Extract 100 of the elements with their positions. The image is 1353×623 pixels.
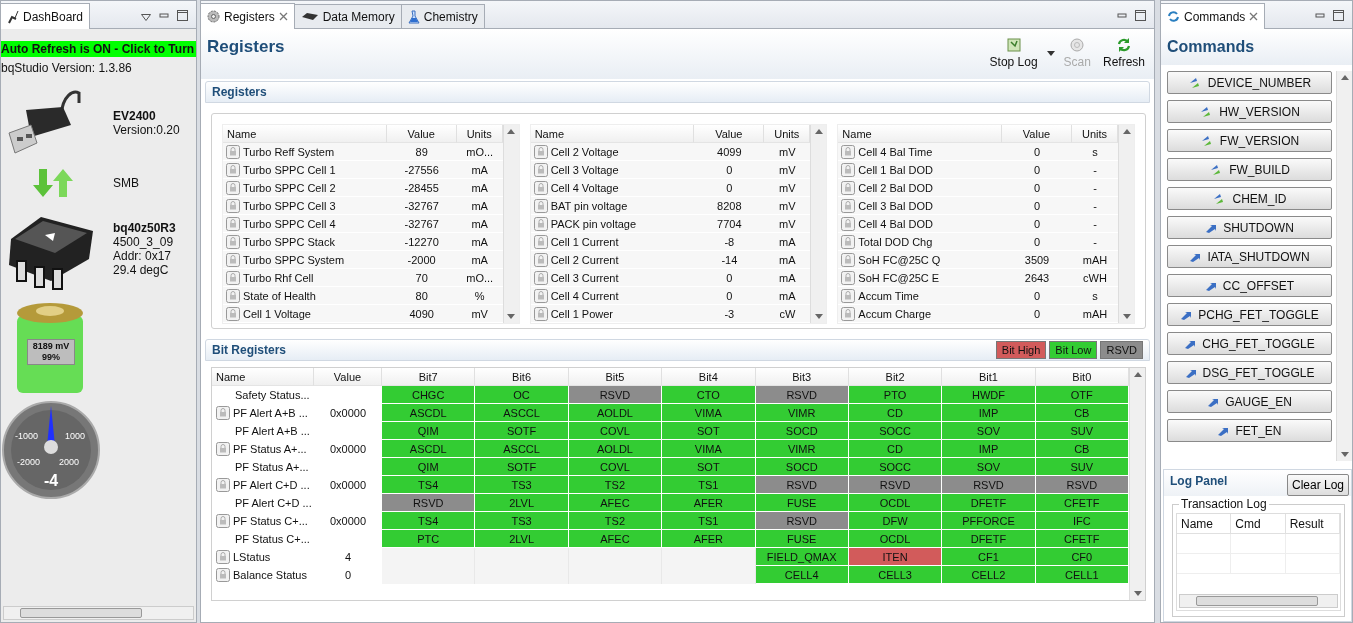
column-header[interactable]: Bit0 [1035, 368, 1129, 386]
command-button[interactable]: CC_OFFSET [1167, 274, 1332, 297]
minimize-icon[interactable] [159, 10, 169, 21]
command-button[interactable]: FET_EN [1167, 419, 1332, 442]
table-cell: SoH FC@25C E [838, 269, 1002, 287]
command-button[interactable]: HW_VERSION [1167, 100, 1332, 123]
column-header[interactable]: Bit2 [848, 368, 943, 386]
command-button[interactable]: FW_BUILD [1167, 158, 1332, 181]
scrollbar[interactable] [810, 125, 827, 323]
column-header[interactable]: Name [838, 125, 1002, 143]
table-cell: LStatus [212, 548, 314, 566]
maximize-icon[interactable] [177, 10, 188, 21]
bit-cell: RSVD [568, 386, 663, 404]
dashboard-tab[interactable]: DashBoard [1, 3, 91, 29]
scroll-up-icon[interactable] [507, 129, 516, 134]
close-icon[interactable] [1249, 12, 1259, 21]
log-icon [1005, 37, 1022, 53]
bit-cell: ASCDL [382, 404, 476, 422]
column-header[interactable]: Bit7 [382, 368, 476, 386]
scroll-up-icon[interactable] [814, 129, 823, 134]
column-header[interactable]: Bit3 [755, 368, 849, 386]
minimize-icon[interactable] [1117, 10, 1127, 21]
command-button[interactable]: DEVICE_NUMBER [1167, 71, 1332, 94]
command-button[interactable]: CHEM_ID [1167, 187, 1332, 210]
toolbar-button[interactable]: Stop Log [986, 37, 1041, 69]
table-cell-text: PF Status C+... [234, 532, 311, 547]
scroll-down-icon[interactable] [814, 314, 823, 319]
scrollbar[interactable] [1179, 594, 1338, 608]
editor-tab[interactable]: Registers [201, 3, 295, 29]
bit-cell: CF0 [1035, 548, 1129, 566]
scroll-down-icon[interactable] [1340, 452, 1349, 457]
lock-icon [226, 270, 240, 285]
lock-icon [226, 198, 240, 213]
auto-refresh-banner[interactable]: Auto Refresh is ON - Click to Turn [1, 41, 196, 57]
column-header[interactable]: Units [456, 125, 503, 143]
column-header[interactable]: Value [694, 125, 765, 143]
bit-cell: OCDL [848, 494, 943, 512]
table-cell: - [1072, 233, 1118, 251]
column-header[interactable]: Bit4 [662, 368, 756, 386]
command-button[interactable]: IATA_SHUTDOWN [1167, 245, 1332, 268]
table-cell: Cell 2 Voltage [530, 143, 695, 161]
table-cell: Cell 4 Voltage [530, 179, 695, 197]
command-button[interactable]: GAUGE_EN [1167, 390, 1332, 413]
bit-cell: CFETF [1035, 494, 1129, 512]
column-header[interactable]: Name [212, 368, 314, 386]
column-header[interactable]: Name [223, 125, 387, 143]
table-cell-text: 0x0000 [328, 442, 368, 457]
editor-tab[interactable]: Chemistry [400, 4, 485, 28]
table-cell [1177, 554, 1232, 574]
view-menu-icon[interactable] [141, 14, 151, 21]
clear-log-button[interactable]: Clear Log [1286, 474, 1349, 496]
command-button[interactable]: DSG_FET_TOGGLE [1167, 361, 1332, 384]
column-header[interactable]: Value [1002, 125, 1072, 143]
scroll-down-icon[interactable] [507, 314, 516, 319]
table-cell: 89 [386, 143, 457, 161]
lock-icon [841, 144, 856, 159]
column-header[interactable]: Value [314, 368, 382, 386]
column-header[interactable]: Units [1072, 125, 1118, 143]
minimize-icon[interactable] [1315, 10, 1325, 21]
column-header[interactable]: Value [386, 125, 457, 143]
table-cell: mO... [456, 269, 503, 287]
scrollbar[interactable] [3, 606, 194, 620]
table-cell: mA [764, 287, 811, 305]
bit-cell: AFEC [568, 530, 663, 548]
column-header[interactable]: Units [764, 125, 811, 143]
table-cell: 0 [1002, 161, 1072, 179]
scrollbar[interactable] [1118, 125, 1134, 323]
close-icon[interactable] [278, 12, 288, 21]
column-header[interactable]: Name [530, 125, 695, 143]
bit-cell: OCDL [848, 530, 943, 548]
scroll-up-icon[interactable] [1122, 129, 1131, 134]
scrollbar[interactable] [1336, 71, 1352, 461]
commands-tab[interactable]: Commands [1161, 3, 1266, 29]
command-button[interactable]: FW_VERSION [1167, 129, 1332, 152]
dropdown-caret-icon[interactable] [1046, 51, 1055, 56]
lock-icon [533, 198, 548, 213]
maximize-icon[interactable] [1135, 10, 1146, 21]
column-header[interactable]: Name [1177, 514, 1232, 534]
bit-cell: VIMR [755, 404, 849, 422]
scrollbar[interactable] [1129, 368, 1145, 600]
column-header[interactable]: Cmd [1231, 514, 1286, 534]
scroll-down-icon[interactable] [1122, 314, 1131, 319]
scroll-up-icon[interactable] [1133, 372, 1142, 377]
bit-cell: PTC [382, 530, 476, 548]
scroll-up-icon[interactable] [1340, 75, 1349, 80]
table-cell: Turbo Rhf Cell [223, 269, 387, 287]
table-cell-text: PF Alert A+B ... [234, 424, 311, 439]
command-button[interactable]: SHUTDOWN [1167, 216, 1332, 239]
maximize-icon[interactable] [1333, 10, 1344, 21]
command-button[interactable]: PCHG_FET_TOGGLE [1167, 303, 1332, 326]
scroll-down-icon[interactable] [1133, 591, 1142, 596]
table-cell: Cell 2 Current [530, 251, 695, 269]
command-button[interactable]: CHG_FET_TOGGLE [1167, 332, 1332, 355]
column-header[interactable]: Bit1 [942, 368, 1036, 386]
editor-tab[interactable]: Data Memory [293, 4, 402, 28]
column-header[interactable]: Bit5 [568, 368, 663, 386]
bit-cell: CB [1035, 404, 1129, 422]
toolbar-button[interactable]: Refresh [1099, 37, 1148, 69]
column-header[interactable]: Bit6 [475, 368, 569, 386]
column-header[interactable]: Result [1285, 514, 1340, 534]
